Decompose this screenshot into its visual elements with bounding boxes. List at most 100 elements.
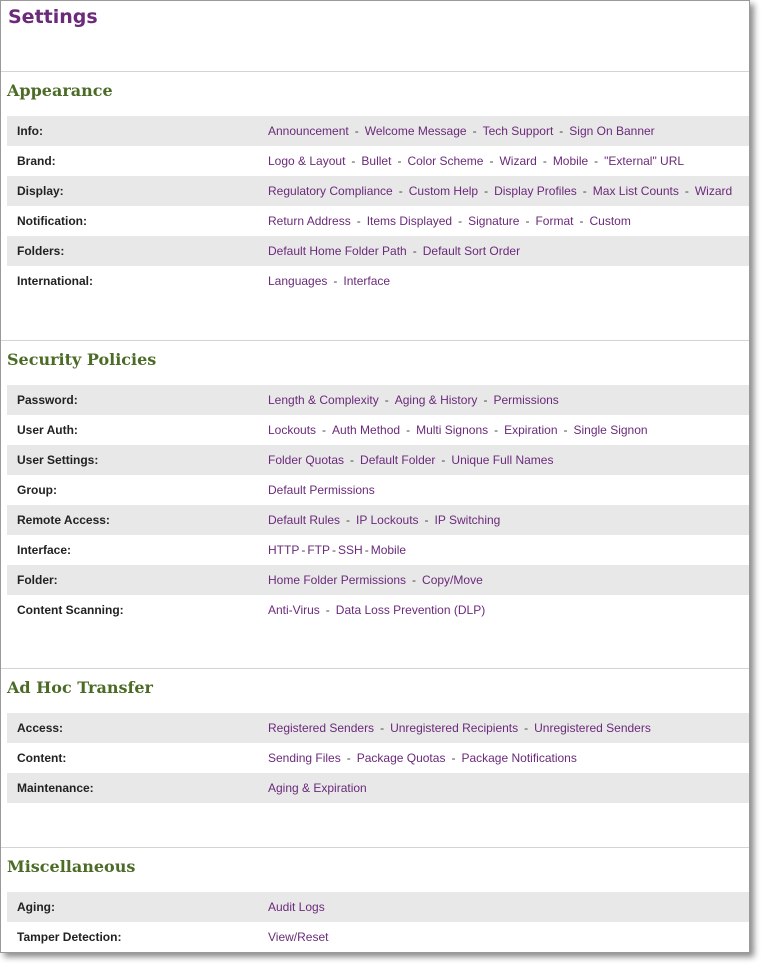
link-separator: -	[525, 214, 530, 228]
link-logo-layout[interactable]: Logo & Layout	[268, 154, 345, 168]
link-separator: -	[412, 573, 417, 587]
link-mobile[interactable]: Mobile	[553, 154, 588, 168]
link-separator: -	[451, 751, 456, 765]
link-announcement[interactable]: Announcement	[268, 124, 349, 138]
row-links: Default Home Folder Path - Default Sort Or…	[268, 244, 520, 258]
link-data-loss-prevention-dlp[interactable]: Data Loss Prevention (DLP)	[336, 603, 485, 617]
section-divider	[1, 668, 749, 669]
link-separator: -	[684, 184, 689, 198]
link-aging-history[interactable]: Aging & History	[395, 393, 478, 407]
row-links: Announcement - Welcome Message - Tech Suppor…	[268, 124, 655, 138]
link-separator: -	[524, 721, 529, 735]
link-interface[interactable]: Interface	[343, 274, 390, 288]
row-label: Brand:	[17, 154, 56, 168]
row-label: Display:	[17, 184, 64, 198]
link-unregistered-recipients[interactable]: Unregistered Recipients	[390, 721, 518, 735]
link-custom-help[interactable]: Custom Help	[409, 184, 478, 198]
link-return-address[interactable]: Return Address	[268, 214, 351, 228]
link-ip-lockouts[interactable]: IP Lockouts	[356, 513, 418, 527]
settings-row-interface: Interface: HTTP - FTP - SSH - Mobile	[7, 535, 749, 565]
link-bullet[interactable]: Bullet	[361, 154, 391, 168]
link-multi-signons[interactable]: Multi Signons	[416, 423, 488, 437]
settings-row-folders: Folders: Default Home Folder Path - Default…	[7, 236, 749, 266]
link-ip-switching[interactable]: IP Switching	[435, 513, 501, 527]
link-anti-virus[interactable]: Anti-Virus	[268, 603, 320, 617]
link-home-folder-permissions[interactable]: Home Folder Permissions	[268, 573, 406, 587]
link-separator: -	[397, 154, 402, 168]
link-items-displayed[interactable]: Items Displayed	[367, 214, 452, 228]
link-unregistered-senders[interactable]: Unregistered Senders	[534, 721, 651, 735]
link-format[interactable]: Format	[535, 214, 573, 228]
link-single-signon[interactable]: Single Signon	[574, 423, 648, 437]
link-separator: -	[325, 603, 330, 617]
link-default-sort-order[interactable]: Default Sort Order	[423, 244, 520, 258]
link-display-profiles[interactable]: Display Profiles	[494, 184, 577, 198]
link-mobile[interactable]: Mobile	[371, 543, 406, 557]
row-label: International:	[17, 274, 94, 288]
row-links: Logo & Layout - Bullet - Color Scheme - Wizard…	[268, 154, 684, 168]
link-regulatory-compliance[interactable]: Regulatory Compliance	[268, 184, 393, 198]
link-separator: -	[346, 751, 351, 765]
link-separator: -	[458, 214, 463, 228]
link-separator: -	[332, 543, 337, 557]
settings-row-password: Password: Length & Complexity - Aging & His…	[7, 385, 749, 415]
link-wizard[interactable]: Wizard	[695, 184, 732, 198]
section-divider	[1, 340, 749, 341]
link-separator: -	[483, 393, 488, 407]
link-separator: -	[322, 423, 327, 437]
link-welcome-message[interactable]: Welcome Message	[365, 124, 467, 138]
link-separator: -	[424, 513, 429, 527]
link-signature[interactable]: Signature	[468, 214, 519, 228]
row-links: Languages - Interface	[268, 274, 390, 288]
row-links: Registered Senders - Unregistered Recipien…	[268, 721, 651, 735]
settings-row-access: Access: Registered Senders - Unregistered R…	[7, 713, 749, 743]
row-label: Password:	[17, 393, 78, 407]
link-folder-quotas[interactable]: Folder Quotas	[268, 453, 344, 467]
link-package-quotas[interactable]: Package Quotas	[357, 751, 446, 765]
link-separator: -	[406, 423, 411, 437]
row-label: Notification:	[17, 214, 87, 228]
link-default-folder[interactable]: Default Folder	[360, 453, 435, 467]
link-sign-on-banner[interactable]: Sign On Banner	[569, 124, 654, 138]
link-package-notifications[interactable]: Package Notifications	[461, 751, 576, 765]
link-registered-senders[interactable]: Registered Senders	[268, 721, 374, 735]
row-label: Interface:	[17, 543, 72, 557]
link-separator: -	[412, 244, 417, 258]
link-max-list-counts[interactable]: Max List Counts	[593, 184, 679, 198]
link-audit-logs[interactable]: Audit Logs	[268, 900, 325, 914]
link-default-rules[interactable]: Default Rules	[268, 513, 340, 527]
link-length-complexity[interactable]: Length & Complexity	[268, 393, 379, 407]
link-color-scheme[interactable]: Color Scheme	[407, 154, 483, 168]
link-http[interactable]: HTTP	[268, 543, 299, 557]
link-lockouts[interactable]: Lockouts	[268, 423, 316, 437]
link-separator: -	[494, 423, 499, 437]
link-languages[interactable]: Languages	[268, 274, 327, 288]
link-wizard[interactable]: Wizard	[499, 154, 536, 168]
link-view-reset[interactable]: View/Reset	[268, 930, 328, 944]
link-separator: -	[579, 214, 584, 228]
row-label: Content Scanning:	[17, 603, 124, 617]
link-tech-support[interactable]: Tech Support	[483, 124, 554, 138]
link-default-permissions[interactable]: Default Permissions	[268, 483, 375, 497]
link-aging-expiration[interactable]: Aging & Expiration	[268, 781, 367, 795]
link-external-url[interactable]: "External" URL	[604, 154, 684, 168]
link-ssh[interactable]: SSH	[338, 543, 363, 557]
link-copy-move[interactable]: Copy/Move	[422, 573, 483, 587]
row-links: Default Rules - IP Lockouts - IP Switching	[268, 513, 500, 527]
link-expiration[interactable]: Expiration	[504, 423, 557, 437]
section-divider	[1, 847, 749, 848]
row-links: Default Permissions	[268, 483, 375, 497]
row-links: Sending Files - Package Quotas - Package Not…	[268, 751, 577, 765]
row-links: Return Address - Items Displayed - Signature…	[268, 214, 631, 228]
link-auth-method[interactable]: Auth Method	[332, 423, 400, 437]
link-ftp[interactable]: FTP	[307, 543, 330, 557]
link-custom[interactable]: Custom	[589, 214, 630, 228]
link-unique-full-names[interactable]: Unique Full Names	[451, 453, 553, 467]
link-default-home-folder-path[interactable]: Default Home Folder Path	[268, 244, 407, 258]
row-links: Audit Logs	[268, 900, 325, 914]
settings-row-user-auth: User Auth: Lockouts - Auth Method - Multi Sig…	[7, 415, 749, 445]
link-permissions[interactable]: Permissions	[493, 393, 558, 407]
link-sending-files[interactable]: Sending Files	[268, 751, 341, 765]
row-label: Remote Access:	[17, 513, 110, 527]
settings-row-remote-access: Remote Access: Default Rules - IP Lockouts -…	[7, 505, 749, 535]
